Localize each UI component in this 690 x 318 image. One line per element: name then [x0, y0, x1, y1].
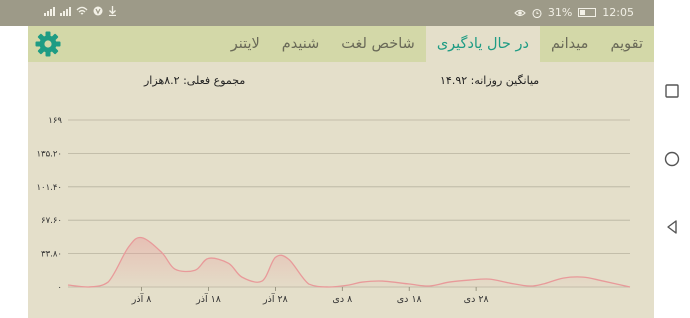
signal-icon [60, 6, 71, 16]
battery-icon [578, 8, 597, 17]
navigation-bar [654, 0, 690, 318]
tab-word-index[interactable]: شاخص لغت [330, 26, 426, 62]
y-tick-label: ۱۳۵.۲۰ [36, 149, 62, 159]
status-icons-left [44, 6, 117, 16]
wifi-icon [76, 6, 88, 15]
y-tick-label: ۱۶۹ [48, 116, 62, 126]
signal-icon [44, 6, 55, 16]
status-icons-right: 31% 12:05 [514, 6, 634, 19]
tab-learning[interactable]: در حال یادگیری [425, 26, 540, 62]
y-tick-label: ۰ [57, 283, 62, 293]
eye-icon [514, 9, 526, 16]
y-tick-label: ۱۰۱.۴۰ [36, 183, 62, 193]
x-tick-label: ۱۸ آذر [195, 292, 221, 305]
status-bar: 31% 12:05 [0, 0, 654, 26]
series-area [68, 237, 630, 287]
tab-heard[interactable]: شنیدم [271, 26, 331, 62]
alarm-icon [532, 8, 542, 18]
x-tick-label: ۲۸ آذر [262, 292, 288, 305]
battery-percent: 31% [547, 6, 573, 19]
tab-known[interactable]: میدانم [540, 26, 599, 62]
x-tick-label: ۲۸ دی [464, 294, 489, 305]
learning-chart: ۱۶۹ ۱۳۵.۲۰ ۱۰۱.۴۰ ۶۷.۶۰ ۳۳.۸۰ ۰ ۸ آذر ۱۸ آذر ۲۸… [36, 116, 631, 305]
recents-button[interactable] [664, 83, 680, 99]
vpn-icon [93, 6, 103, 16]
x-tick-label: ۸ دی [332, 294, 352, 305]
tabs: تقویم میدانم در حال یادگیری شاخص لغت شنی… [220, 26, 654, 62]
tab-calendar[interactable]: تقویم [599, 26, 654, 62]
tab-bar: تقویم میدانم در حال یادگیری شاخص لغت شنی… [28, 26, 654, 62]
total-stat: مجموع فعلی: ۸.۲هزار [144, 74, 246, 87]
app-window: تقویم میدانم در حال یادگیری شاخص لغت شنی… [28, 26, 654, 318]
download-icon [109, 6, 116, 16]
y-tick-label: ۳۳.۸۰ [41, 250, 62, 260]
tab-leitner[interactable]: لایتنر [220, 26, 271, 62]
back-button[interactable] [664, 219, 680, 235]
daily-average-stat: میانگین روزانه: ۱۴.۹۲ [440, 74, 540, 87]
y-tick-label: ۶۷.۶۰ [41, 216, 62, 226]
x-tick-label: ۱۸ دی [397, 294, 422, 305]
gear-icon[interactable] [34, 30, 62, 58]
x-tick-label: ۸ آذر [131, 292, 152, 305]
home-button[interactable] [664, 151, 680, 167]
clock: 12:05 [602, 6, 634, 19]
